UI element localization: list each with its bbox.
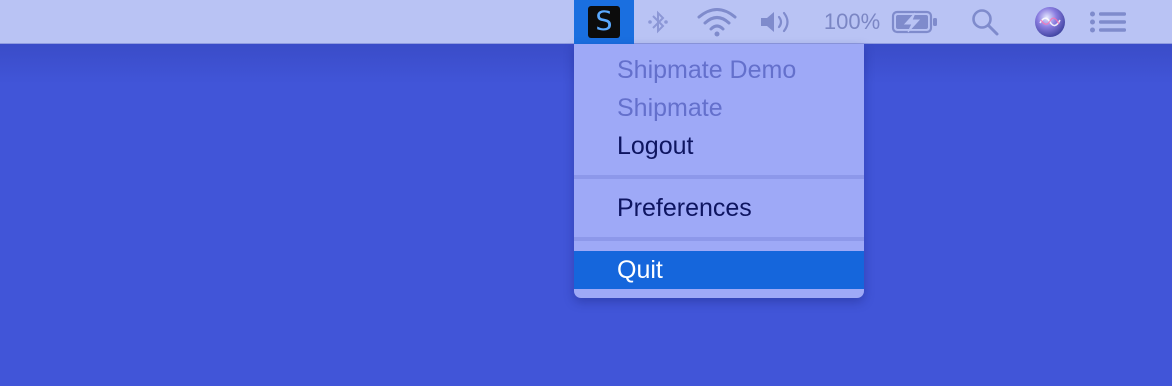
shipmate-status-item[interactable]: S	[574, 0, 634, 44]
notification-center-icon[interactable]	[1085, 0, 1131, 44]
volume-icon[interactable]	[754, 0, 798, 44]
menu-item-shipmate: Shipmate	[617, 94, 723, 122]
shipmate-app-icon: S	[588, 6, 620, 38]
shipmate-dropdown-menu: Shipmate Demo Shipmate Logout Preference…	[574, 44, 864, 298]
menu-item-quit[interactable]: Quit	[574, 251, 864, 289]
siri-icon[interactable]	[1030, 0, 1070, 44]
menu-item-shipmate-demo: Shipmate Demo	[617, 56, 797, 84]
menu-separator	[574, 175, 864, 179]
menu-bar: S 100%	[0, 0, 1172, 44]
wifi-icon[interactable]	[692, 0, 742, 44]
menu-item-preferences[interactable]: Preferences	[574, 189, 864, 227]
bluetooth-icon[interactable]	[640, 0, 676, 44]
spotlight-search-icon[interactable]	[966, 0, 1004, 44]
battery-percentage[interactable]: 100%	[818, 0, 886, 44]
menu-separator	[574, 237, 864, 241]
battery-charging-icon[interactable]	[889, 0, 941, 44]
menu-item-logout[interactable]: Logout	[574, 127, 864, 165]
